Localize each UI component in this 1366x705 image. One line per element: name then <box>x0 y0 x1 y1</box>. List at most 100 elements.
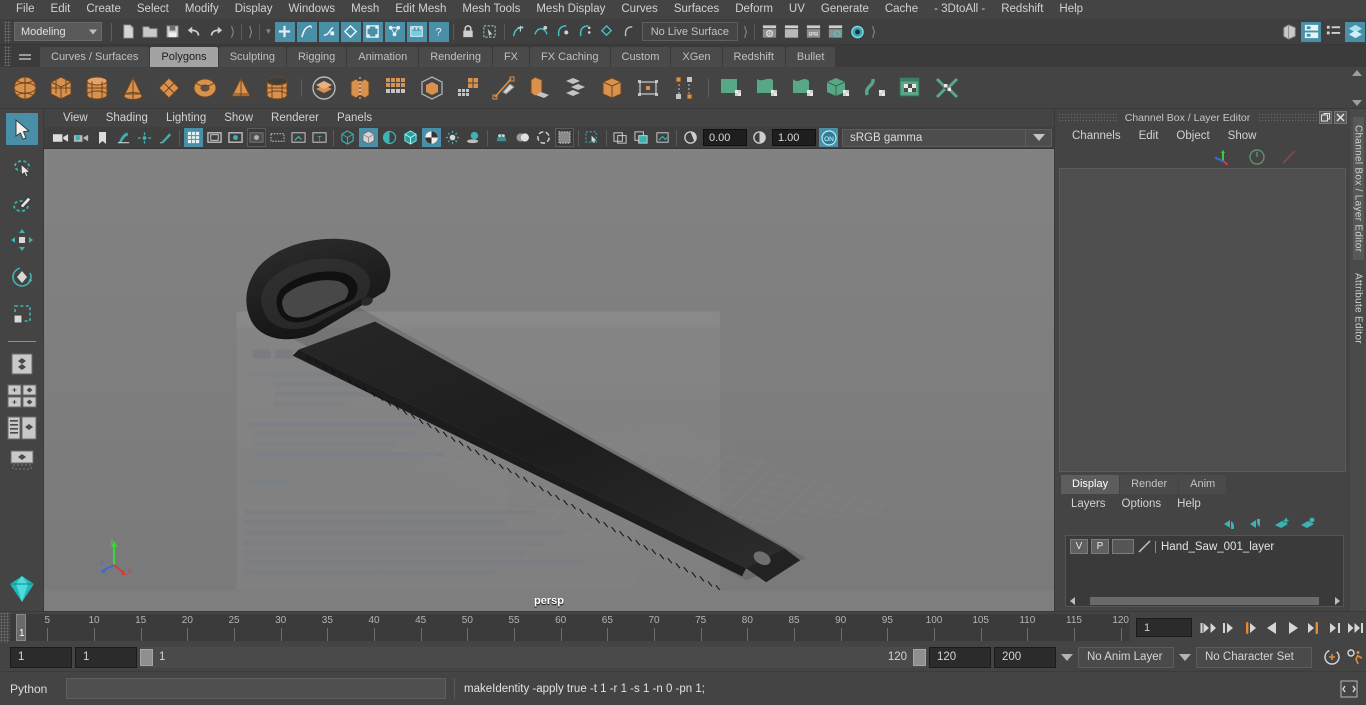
shelf-grip[interactable] <box>4 46 11 66</box>
poly-smooth-icon[interactable] <box>415 71 449 105</box>
snap-to-view-plane-icon[interactable] <box>597 22 617 42</box>
uv-unfold-icon[interactable] <box>858 71 892 105</box>
time-slider-grip[interactable] <box>0 612 10 643</box>
scroll-up-icon[interactable] <box>1352 70 1362 76</box>
scroll-down-icon[interactable] <box>1352 100 1362 106</box>
channel-menu-edit[interactable]: Edit <box>1130 130 1168 142</box>
shelf-tab-polygons[interactable]: Polygons <box>150 47 218 67</box>
shelf-tab-sculpting[interactable]: Sculpting <box>218 47 286 67</box>
new-scene-icon[interactable] <box>118 22 138 42</box>
poly-cylinder-icon[interactable] <box>80 71 114 105</box>
poly-append-icon[interactable] <box>631 71 665 105</box>
viewport-snapshot-icon[interactable] <box>653 128 672 147</box>
snap-to-point-icon[interactable] <box>553 22 573 42</box>
layer-color-swatch[interactable] <box>1137 539 1153 554</box>
step-forward-keyframe-icon[interactable] <box>1324 617 1345 639</box>
shelf-tab-rigging[interactable]: Rigging <box>286 47 347 67</box>
component-face-icon[interactable] <box>384 21 405 42</box>
layer-display-type-toggle[interactable] <box>1112 539 1134 554</box>
layer-playback-toggle[interactable]: P <box>1091 539 1109 554</box>
speed-gauge-icon[interactable] <box>1248 148 1266 166</box>
layer-tab-display[interactable]: Display <box>1061 475 1120 494</box>
poly-reduce-icon[interactable] <box>451 71 485 105</box>
gate-mask-icon[interactable] <box>247 128 266 147</box>
exposure-icon[interactable] <box>681 128 700 147</box>
select-by-object-type-curve-icon[interactable] <box>296 21 317 42</box>
isolate-select-icon[interactable] <box>583 128 602 147</box>
poly-connect-icon[interactable] <box>667 71 701 105</box>
dock-drag-handle-right[interactable] <box>1258 113 1317 122</box>
viewport-menu-shading[interactable]: Shading <box>97 109 157 127</box>
command-language-label[interactable]: Python <box>10 682 66 696</box>
grid-toggle-icon[interactable] <box>184 128 203 147</box>
menu-edit[interactable]: Edit <box>43 0 79 19</box>
command-input-field[interactable] <box>66 678 446 699</box>
shelf-tab-custom[interactable]: Custom <box>610 47 671 67</box>
menuset-selector[interactable]: Modeling <box>14 22 102 41</box>
image-plane-icon[interactable] <box>114 128 133 147</box>
menu-select[interactable]: Select <box>129 0 177 19</box>
render-toggle-icon[interactable] <box>847 22 867 42</box>
undock-icon[interactable] <box>1319 111 1332 124</box>
current-frame-field[interactable]: 1 <box>1136 618 1192 637</box>
poly-create-tool-icon[interactable] <box>487 71 521 105</box>
poly-bridge-icon[interactable] <box>595 71 629 105</box>
poly-bevel-icon[interactable] <box>559 71 593 105</box>
shade-selected-items-icon[interactable] <box>380 128 399 147</box>
poly-cone-icon[interactable] <box>116 71 150 105</box>
redo-icon[interactable] <box>206 22 226 42</box>
side-tab-attribute-editor[interactable]: Attribute Editor <box>1352 265 1364 353</box>
menu-mesh[interactable]: Mesh <box>343 0 387 19</box>
shelf-tab-xgen[interactable]: XGen <box>671 47 722 67</box>
menu-file[interactable]: File <box>8 0 43 19</box>
display-layer-list[interactable]: V P Hand_Saw_001_layer <box>1065 535 1344 607</box>
anim-layer-field[interactable]: No Anim Layer <box>1078 646 1174 668</box>
character-set-field[interactable]: No Character Set <box>1196 646 1312 668</box>
playback-start-field[interactable]: 1 <box>75 646 137 668</box>
select-tool-icon[interactable] <box>5 113 38 145</box>
twopoint-perspective-icon[interactable] <box>135 128 154 147</box>
multisample-aa-icon[interactable] <box>534 128 553 147</box>
menu-3dtoall[interactable]: - 3DtoAll - <box>926 0 993 19</box>
menu-help[interactable]: Help <box>1051 0 1091 19</box>
redo-render-icon[interactable] <box>781 22 801 42</box>
viewport-menu-renderer[interactable]: Renderer <box>262 109 328 127</box>
poly-booleans-icon[interactable] <box>307 71 341 105</box>
shelf-tab-fx-caching[interactable]: FX Caching <box>530 47 610 67</box>
color-profile-selector[interactable]: sRGB gamma <box>842 128 1052 147</box>
persp-viewport[interactable]: persp y z x <box>44 149 1054 611</box>
dock-drag-handle-left[interactable] <box>1058 113 1117 122</box>
ipr-render-icon[interactable]: IPR <box>803 22 823 42</box>
screen-space-ao-icon[interactable] <box>492 128 511 147</box>
poly-pyramid-icon[interactable] <box>224 71 258 105</box>
play-forwards-icon[interactable] <box>1282 617 1303 639</box>
render-region-icon[interactable] <box>611 128 630 147</box>
uv-editor-icon[interactable] <box>894 71 928 105</box>
toggle-tool-settings-icon[interactable] <box>1323 22 1343 42</box>
shelf-tab-curves-surfaces[interactable]: Curves / Surfaces <box>40 47 150 67</box>
layer-menu-options[interactable]: Options <box>1114 498 1170 510</box>
shelf-scroll-arrows[interactable] <box>1350 70 1364 106</box>
smooth-shade-all-icon[interactable] <box>359 128 378 147</box>
render-current-frame-icon[interactable] <box>759 22 779 42</box>
rotate-tool-icon[interactable] <box>6 261 38 293</box>
close-icon[interactable] <box>1334 111 1347 124</box>
layer-name[interactable]: Hand_Saw_001_layer <box>1155 540 1274 553</box>
lock-selection-icon[interactable] <box>458 22 478 42</box>
render-settings-icon[interactable] <box>825 22 845 42</box>
menu-deform[interactable]: Deform <box>727 0 781 19</box>
shelf-tab-redshift[interactable]: Redshift <box>722 47 785 67</box>
go-to-end-icon[interactable] <box>1345 617 1366 639</box>
snap-to-curve-icon[interactable] <box>531 22 551 42</box>
gamma-value-field[interactable]: 1.00 <box>772 129 816 146</box>
step-forward-frame-icon[interactable] <box>1303 617 1324 639</box>
poly-sphere-icon[interactable] <box>8 71 42 105</box>
save-scene-icon[interactable] <box>162 22 182 42</box>
animation-curve-icon[interactable] <box>1280 148 1298 166</box>
layer-menu-help[interactable]: Help <box>1169 498 1209 510</box>
toolbar-collapse-right-4[interactable]: ⟩ <box>868 24 879 40</box>
poly-combine-icon[interactable] <box>343 71 377 105</box>
open-scene-icon[interactable] <box>140 22 160 42</box>
layer-row[interactable]: V P Hand_Saw_001_layer <box>1066 536 1343 555</box>
layer-menu-layers[interactable]: Layers <box>1063 498 1114 510</box>
